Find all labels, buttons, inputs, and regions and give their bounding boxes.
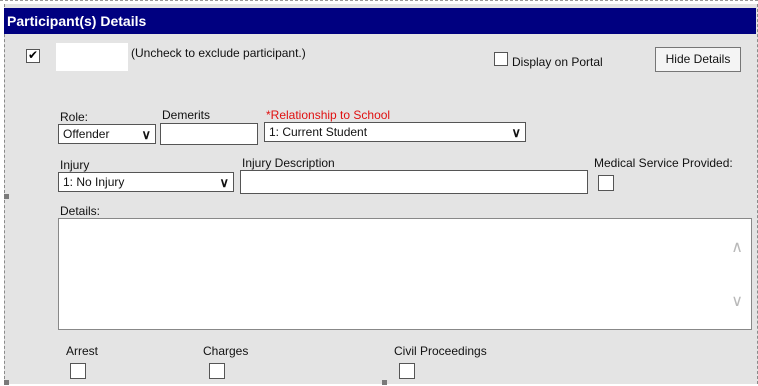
details-textarea[interactable]: ∧ ∨ [58, 218, 752, 330]
details-label: Details: [60, 204, 101, 218]
injury-select[interactable]: 1: No Injury ∨ [58, 172, 234, 192]
resize-handle-corner-left[interactable] [4, 380, 9, 385]
injury-description-input[interactable] [240, 170, 588, 194]
injury-label: Injury [60, 158, 90, 172]
resize-handle-bottom[interactable] [382, 380, 387, 385]
include-participant-label: (Uncheck to exclude participant.) [131, 46, 306, 60]
hide-details-button[interactable]: Hide Details [655, 47, 741, 72]
chevron-down-icon: ∨ [511, 125, 521, 140]
demerits-input[interactable] [160, 123, 258, 145]
medical-service-label: Medical Service Provided: [594, 156, 733, 170]
include-participant-checkbox[interactable] [26, 48, 40, 63]
relationship-selected-value: 1: Current Student [269, 125, 368, 139]
relationship-select[interactable]: 1: Current Student ∨ [264, 122, 526, 142]
arrest-checkbox[interactable] [70, 363, 86, 379]
role-label: Role: [60, 110, 89, 124]
scroll-up-icon[interactable]: ∧ [731, 237, 743, 257]
charges-checkbox[interactable] [209, 363, 225, 379]
participant-name-box [56, 43, 128, 71]
civil-proceedings-label: Civil Proceedings [394, 344, 487, 358]
resize-handle-left[interactable] [4, 194, 9, 199]
injury-description-label: Injury Description [242, 156, 335, 170]
section-header: Participant(s) Details [4, 8, 756, 34]
relationship-label: *Relationship to School [266, 108, 391, 122]
display-on-portal-checkbox[interactable] [494, 52, 508, 66]
civil-proceedings-checkbox[interactable] [399, 363, 415, 379]
chevron-down-icon: ∨ [141, 127, 151, 142]
medical-service-checkbox[interactable] [598, 175, 614, 191]
role-select[interactable]: Offender ∨ [58, 124, 156, 144]
demerits-label: Demerits [162, 108, 211, 122]
role-selected-value: Offender [63, 127, 110, 141]
arrest-label: Arrest [66, 344, 99, 358]
section-title: Participant(s) Details [7, 13, 147, 29]
charges-label: Charges [203, 344, 249, 358]
display-on-portal-label: Display on Portal [512, 55, 603, 69]
chevron-down-icon: ∨ [219, 175, 229, 190]
scroll-down-icon[interactable]: ∨ [731, 291, 743, 311]
injury-selected-value: 1: No Injury [63, 175, 125, 189]
